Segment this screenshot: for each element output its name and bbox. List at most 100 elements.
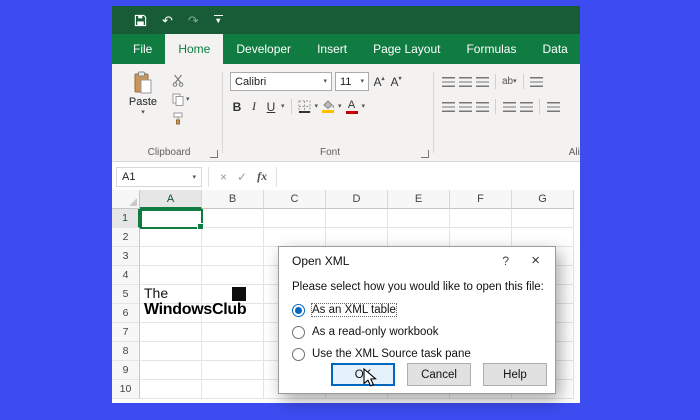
- enter-entry-icon[interactable]: ✓: [237, 170, 247, 184]
- row-header-5[interactable]: 5: [112, 285, 140, 304]
- align-left-button[interactable]: [441, 102, 455, 112]
- underline-dropdown-icon[interactable]: ▾: [281, 103, 285, 110]
- cancel-button[interactable]: Cancel: [407, 363, 471, 386]
- undo-icon[interactable]: ↶: [162, 14, 173, 27]
- row-header-9[interactable]: 9: [112, 361, 140, 380]
- cell-B10[interactable]: [202, 380, 264, 399]
- fill-color-dropdown-icon[interactable]: ▾: [338, 103, 342, 110]
- cell-F1[interactable]: [450, 209, 512, 228]
- decrease-font-size-button[interactable]: A ▾: [389, 75, 403, 89]
- row-header-10[interactable]: 10: [112, 380, 140, 399]
- formula-input[interactable]: [276, 167, 580, 187]
- tab-data[interactable]: Data: [529, 34, 580, 64]
- select-all-corner[interactable]: [112, 190, 140, 209]
- merge-center-button[interactable]: [546, 102, 560, 112]
- cell-B2[interactable]: [202, 228, 264, 247]
- wrap-text-button[interactable]: [530, 77, 544, 87]
- row-header-6[interactable]: 6: [112, 304, 140, 323]
- copy-button[interactable]: ▾: [172, 93, 190, 106]
- dialog-help-icon[interactable]: ?: [502, 254, 509, 268]
- tab-insert[interactable]: Insert: [304, 34, 360, 64]
- name-box-dropdown-icon[interactable]: ▾: [192, 173, 196, 181]
- radio-option-2[interactable]: As a read-only workbook: [292, 321, 545, 343]
- help-button[interactable]: Help: [483, 363, 547, 386]
- column-header-G[interactable]: G: [512, 190, 574, 209]
- cell-F2[interactable]: [450, 228, 512, 247]
- borders-button[interactable]: [298, 100, 312, 113]
- cut-button[interactable]: [172, 74, 190, 87]
- column-header-E[interactable]: E: [388, 190, 450, 209]
- row-header-3[interactable]: 3: [112, 247, 140, 266]
- column-header-D[interactable]: D: [326, 190, 388, 209]
- cell-A7[interactable]: [140, 323, 202, 342]
- font-color-button[interactable]: A: [345, 100, 359, 114]
- paste-button[interactable]: Paste ▾: [119, 69, 167, 145]
- middle-align-button[interactable]: [458, 77, 472, 87]
- font-color-dropdown-icon[interactable]: ▾: [362, 103, 366, 110]
- cell-B4[interactable]: [202, 266, 264, 285]
- font-dialog-launcher[interactable]: [421, 150, 429, 158]
- radio-option-3[interactable]: Use the XML Source task pane: [292, 343, 545, 365]
- row-header-7[interactable]: 7: [112, 323, 140, 342]
- cell-E1[interactable]: [388, 209, 450, 228]
- cell-G2[interactable]: [512, 228, 574, 247]
- tab-developer[interactable]: Developer: [223, 34, 304, 64]
- customize-quick-access-icon[interactable]: ▾: [214, 15, 223, 25]
- font-name-select[interactable]: Calibri ▾: [230, 72, 332, 91]
- cell-A3[interactable]: [140, 247, 202, 266]
- cell-A8[interactable]: [140, 342, 202, 361]
- ribbon-tabs: FileHomeDeveloperInsertPage LayoutFormul…: [112, 34, 580, 64]
- dialog-close-icon[interactable]: ×: [531, 252, 540, 269]
- cell-B9[interactable]: [202, 361, 264, 380]
- column-header-A[interactable]: A: [140, 190, 202, 209]
- decrease-indent-button[interactable]: [502, 102, 516, 112]
- increase-indent-button[interactable]: [519, 102, 533, 112]
- column-header-B[interactable]: B: [202, 190, 264, 209]
- align-center-button[interactable]: [458, 102, 472, 112]
- clipboard-dialog-launcher[interactable]: [210, 150, 218, 158]
- borders-dropdown-icon[interactable]: ▾: [315, 103, 319, 110]
- column-header-F[interactable]: F: [450, 190, 512, 209]
- orientation-button[interactable]: ab ▾: [502, 76, 517, 87]
- cell-A2[interactable]: [140, 228, 202, 247]
- cell-A9[interactable]: [140, 361, 202, 380]
- cell-B3[interactable]: [202, 247, 264, 266]
- format-painter-button[interactable]: [172, 112, 190, 125]
- redo-icon[interactable]: ↷: [188, 14, 199, 27]
- cell-G1[interactable]: [512, 209, 574, 228]
- tab-file[interactable]: File: [120, 34, 165, 64]
- cancel-entry-icon[interactable]: ×: [220, 170, 227, 184]
- cell-D1[interactable]: [326, 209, 388, 228]
- cell-B7[interactable]: [202, 323, 264, 342]
- fill-color-button[interactable]: [321, 100, 335, 113]
- align-right-button[interactable]: [475, 102, 489, 112]
- bottom-align-button[interactable]: [475, 77, 489, 87]
- bold-button[interactable]: B: [230, 100, 244, 114]
- top-align-button[interactable]: [441, 77, 455, 87]
- cell-C1[interactable]: [264, 209, 326, 228]
- cell-E2[interactable]: [388, 228, 450, 247]
- tab-page-layout[interactable]: Page Layout: [360, 34, 453, 64]
- radio-option-1[interactable]: As an XML table: [292, 299, 545, 321]
- insert-function-icon[interactable]: fx: [257, 169, 267, 184]
- tab-home[interactable]: Home: [165, 34, 223, 64]
- increase-font-size-button[interactable]: A ▴: [372, 75, 386, 89]
- underline-button[interactable]: U: [264, 100, 278, 114]
- row-header-1[interactable]: 1: [112, 209, 140, 228]
- save-icon[interactable]: [134, 14, 147, 27]
- row-header-4[interactable]: 4: [112, 266, 140, 285]
- cell-B1[interactable]: [202, 209, 264, 228]
- row-header-2[interactable]: 2: [112, 228, 140, 247]
- cell-A10[interactable]: [140, 380, 202, 399]
- cell-C2[interactable]: [264, 228, 326, 247]
- column-header-C[interactable]: C: [264, 190, 326, 209]
- cell-A4[interactable]: [140, 266, 202, 285]
- row-header-8[interactable]: 8: [112, 342, 140, 361]
- cell-A1[interactable]: [140, 209, 202, 228]
- tab-formulas[interactable]: Formulas: [453, 34, 529, 64]
- italic-button[interactable]: I: [247, 99, 261, 114]
- cell-B8[interactable]: [202, 342, 264, 361]
- font-size-select[interactable]: 11 ▾: [335, 72, 369, 91]
- cell-D2[interactable]: [326, 228, 388, 247]
- name-box[interactable]: A1 ▾: [116, 167, 202, 187]
